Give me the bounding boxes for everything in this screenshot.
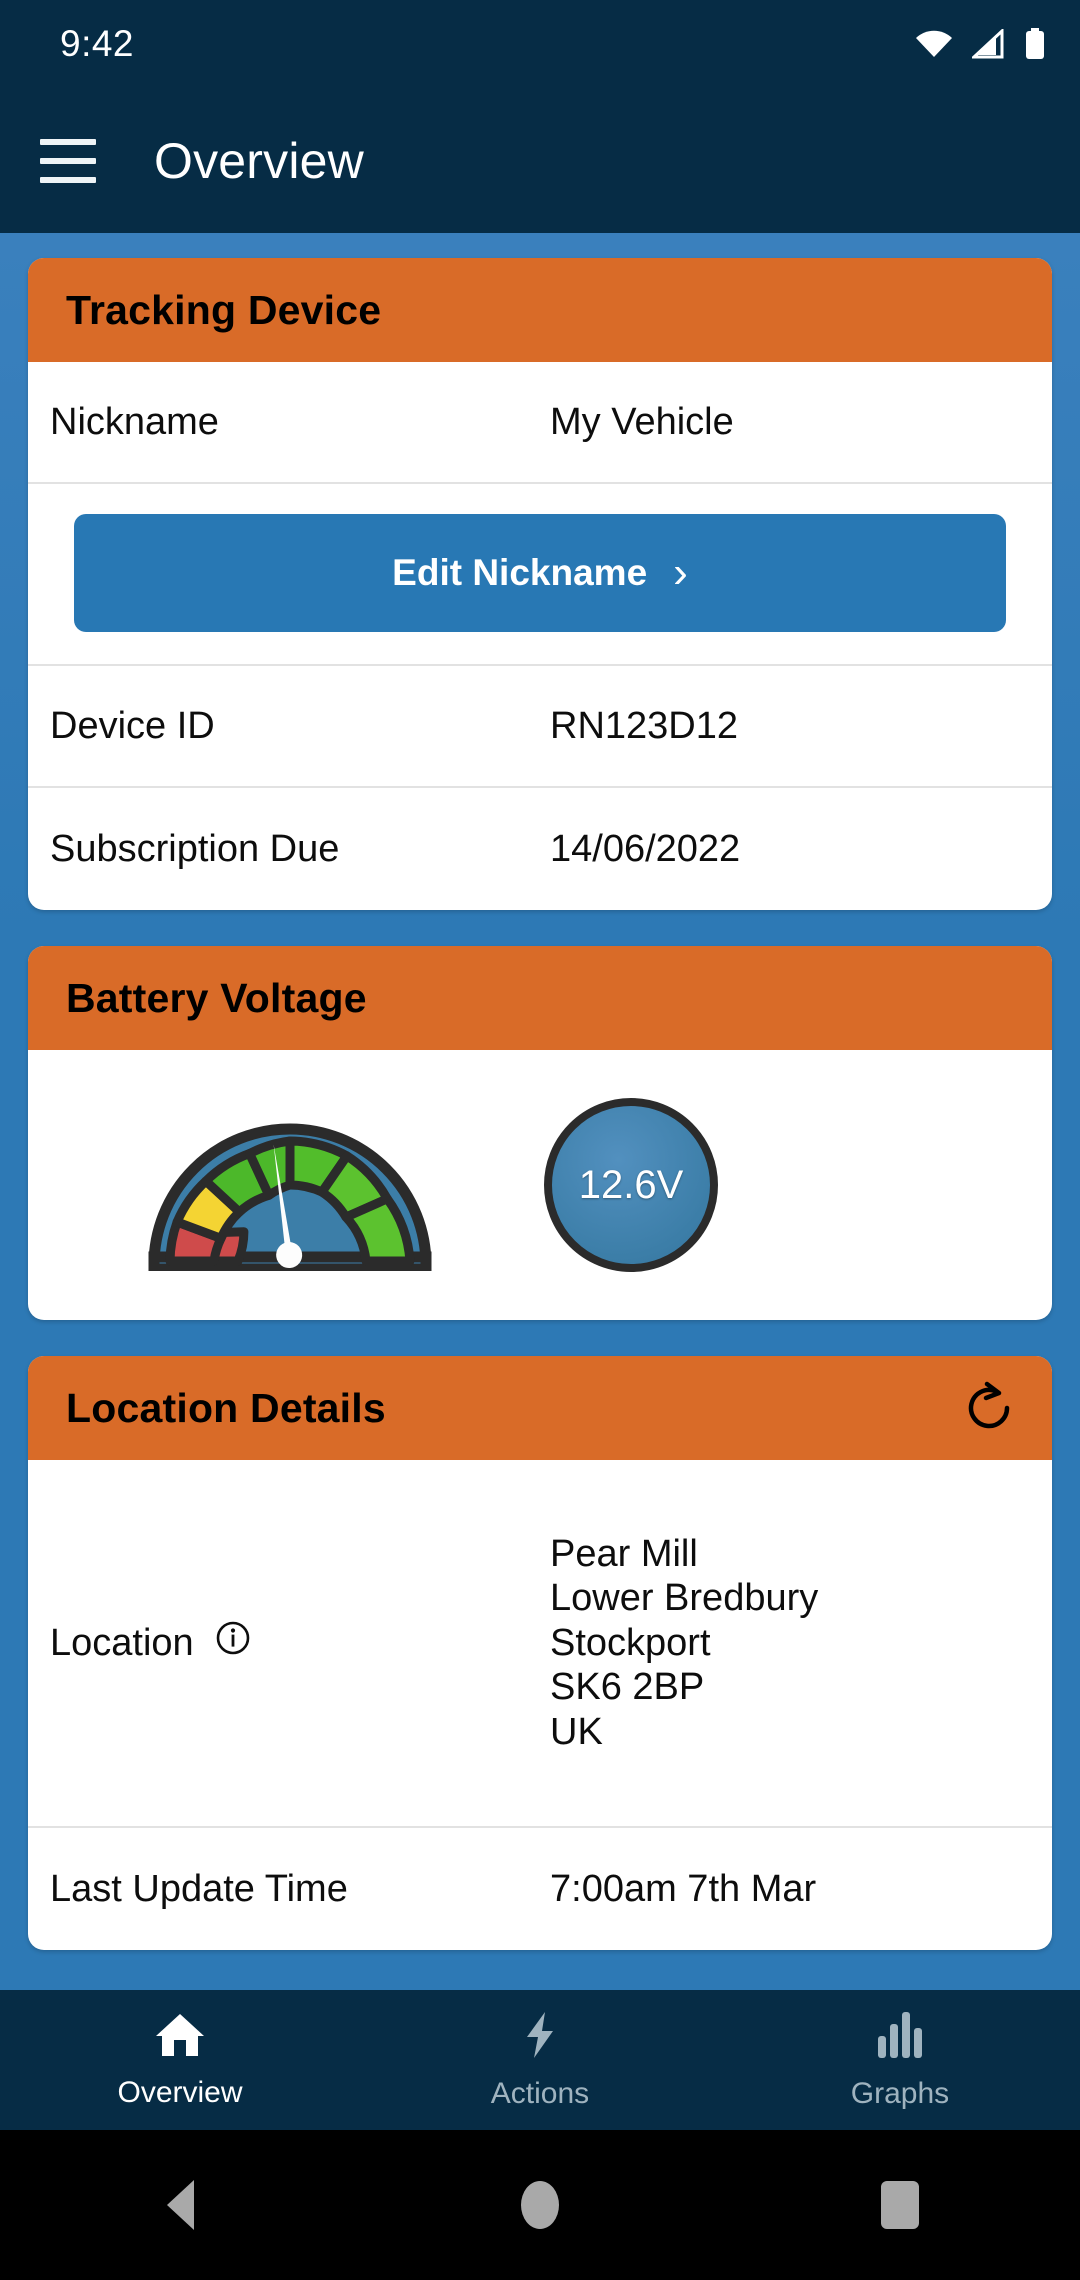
- nav-item-graphs[interactable]: Graphs: [720, 2010, 1080, 2111]
- page-title: Overview: [154, 132, 364, 189]
- cellular-signal-icon: [972, 29, 1006, 59]
- nickname-label: Nickname: [50, 400, 219, 443]
- last-update-time-label: Last Update Time: [50, 1867, 348, 1910]
- battery-icon: [1024, 28, 1046, 60]
- bar-chart-icon: [876, 2010, 924, 2065]
- address-line: UK: [550, 1710, 603, 1753]
- table-row: Last Update Time 7:00am 7th Mar: [28, 1828, 1052, 1950]
- address-line: SK6 2BP: [550, 1666, 705, 1709]
- nav-item-graphs-label: Graphs: [850, 2076, 950, 2110]
- gauge-dial-icon: [148, 1095, 432, 1276]
- tracking-device-card: Tracking Device Nickname My Vehicle Edit…: [28, 258, 1052, 910]
- home-circle-icon[interactable]: [360, 2181, 720, 2229]
- edit-nickname-button-label: Edit Nickname: [392, 552, 648, 593]
- chevron-right-icon: ›: [673, 548, 688, 597]
- address-line: Pear Mill: [550, 1532, 698, 1575]
- recents-square-icon[interactable]: [720, 2181, 1080, 2229]
- nav-item-actions-label: Actions: [490, 2076, 590, 2110]
- location-label-text: Location: [50, 1621, 194, 1664]
- hamburger-line: [40, 157, 96, 164]
- tracking-device-card-header: Tracking Device: [28, 258, 1052, 362]
- location-details-card: Location Details Location Pear Mill Lowe…: [28, 1356, 1052, 1950]
- battery-voltage-card-body: 12.6V: [28, 1050, 1052, 1320]
- address-line: Stockport: [550, 1621, 711, 1664]
- table-row: Nickname My Vehicle: [28, 362, 1052, 484]
- nav-item-overview-label: Overview: [117, 2075, 243, 2109]
- location-details-card-title: Location Details: [66, 1384, 386, 1431]
- hamburger-line: [40, 176, 96, 183]
- hamburger-line: [40, 138, 96, 145]
- refresh-icon[interactable]: [958, 1377, 1020, 1439]
- status-bar-icons: [914, 28, 1046, 60]
- home-icon: [154, 2011, 206, 2064]
- scrollable-content[interactable]: Tracking Device Nickname My Vehicle Edit…: [0, 233, 1080, 1990]
- subscription-due-value: 14/06/2022: [550, 827, 741, 870]
- subscription-due-label: Subscription Due: [50, 827, 340, 870]
- status-bar: 9:42: [0, 0, 1080, 88]
- device-id-value: RN123D12: [550, 704, 738, 747]
- table-row: Location Pear Mill Lower Bredbury Stockp…: [28, 1460, 1052, 1828]
- nickname-value: My Vehicle: [550, 400, 734, 443]
- tracking-device-card-title: Tracking Device: [66, 286, 382, 333]
- location-address: Pear Mill Lower Bredbury Stockport SK6 2…: [550, 1532, 818, 1754]
- app-bar: Overview: [0, 88, 1080, 233]
- battery-voltage-card-title: Battery Voltage: [66, 974, 367, 1021]
- voltage-badge: 12.6V: [544, 1098, 718, 1272]
- nav-item-actions[interactable]: Actions: [360, 2010, 720, 2111]
- battery-voltage-card-header: Battery Voltage: [28, 946, 1052, 1050]
- table-row: Device ID RN123D12: [28, 666, 1052, 788]
- info-icon[interactable]: [214, 1619, 252, 1667]
- address-line: Lower Bredbury: [550, 1577, 819, 1620]
- edit-nickname-row: Edit Nickname ›: [28, 484, 1052, 666]
- location-label: Location: [50, 1619, 550, 1667]
- last-update-time-value: 7:00am 7th Mar: [550, 1867, 817, 1910]
- android-system-nav: [0, 2130, 1080, 2280]
- hamburger-menu-icon[interactable]: [40, 138, 96, 183]
- phone-screen: 9:42 Overview Tracking Device Nickname M…: [0, 0, 1080, 2280]
- device-id-label: Device ID: [50, 704, 215, 747]
- table-row: Subscription Due 14/06/2022: [28, 788, 1052, 910]
- bottom-navigation-bar: Overview Actions Graphs: [0, 1990, 1080, 2130]
- edit-nickname-button[interactable]: Edit Nickname ›: [74, 514, 1006, 632]
- location-details-card-header: Location Details: [28, 1356, 1052, 1460]
- battery-voltage-card: Battery Voltage 12.6V: [28, 946, 1052, 1320]
- lightning-bolt-icon: [521, 2010, 559, 2065]
- status-bar-clock: 9:42: [60, 23, 135, 64]
- nav-item-overview[interactable]: Overview: [0, 2011, 360, 2110]
- wifi-icon: [914, 29, 954, 59]
- back-triangle-icon[interactable]: [0, 2180, 360, 2230]
